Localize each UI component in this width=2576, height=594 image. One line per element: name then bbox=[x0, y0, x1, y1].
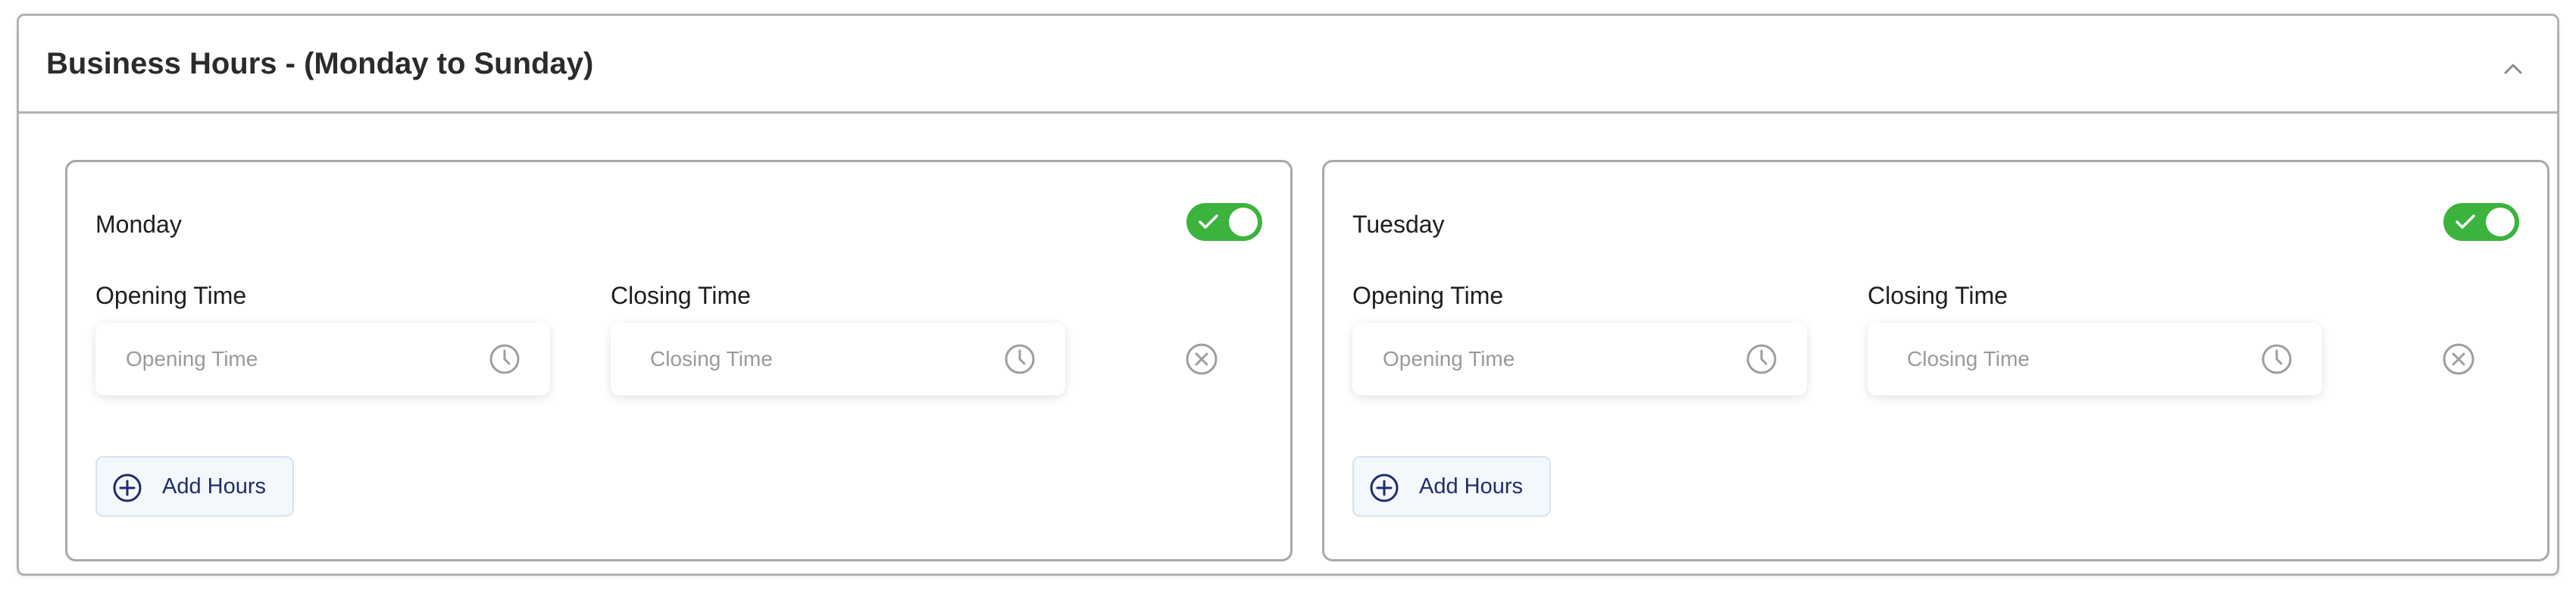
opening-time-input[interactable]: Opening Time bbox=[95, 323, 550, 395]
clock-icon[interactable] bbox=[1003, 342, 1036, 376]
check-icon bbox=[2456, 214, 2475, 229]
toggle-knob bbox=[2486, 208, 2515, 236]
day-enabled-toggle[interactable] bbox=[2443, 203, 2519, 241]
clock-icon[interactable] bbox=[1745, 342, 1778, 376]
opening-time-label: Opening Time bbox=[95, 282, 247, 309]
remove-hours-icon[interactable] bbox=[1184, 342, 1219, 377]
opening-time-input[interactable]: Opening Time bbox=[1352, 323, 1807, 395]
add-hours-button[interactable]: Add Hours bbox=[95, 456, 294, 517]
day-name: Monday bbox=[95, 211, 182, 238]
closing-time-label: Closing Time bbox=[611, 282, 751, 309]
opening-time-placeholder: Opening Time bbox=[1383, 347, 1515, 370]
opening-time-label: Opening Time bbox=[1352, 282, 1504, 309]
closing-time-label: Closing Time bbox=[1868, 282, 2008, 309]
add-hours-label: Add Hours bbox=[162, 474, 267, 499]
plus-circle-icon bbox=[1370, 474, 1399, 502]
day-enabled-toggle[interactable] bbox=[1186, 203, 1262, 241]
closing-time-placeholder: Closing Time bbox=[650, 347, 773, 370]
check-icon bbox=[1199, 214, 1218, 229]
add-hours-label: Add Hours bbox=[1419, 474, 1524, 499]
panel-title: Business Hours - (Monday to Sunday) bbox=[46, 47, 594, 80]
plus-circle-icon bbox=[113, 474, 142, 502]
chevron-up-icon[interactable] bbox=[2498, 54, 2528, 84]
closing-time-input[interactable]: Closing Time bbox=[1868, 323, 2322, 395]
day-name: Tuesday bbox=[1352, 211, 1445, 238]
closing-time-placeholder: Closing Time bbox=[1907, 347, 2030, 370]
clock-icon[interactable] bbox=[488, 342, 521, 376]
toggle-knob bbox=[1229, 208, 1258, 236]
day-card-tuesday: Tuesday Opening Time Closing Time Openin… bbox=[1322, 160, 2549, 561]
opening-time-placeholder: Opening Time bbox=[126, 347, 258, 370]
remove-hours-icon[interactable] bbox=[2441, 342, 2476, 377]
add-hours-button[interactable]: Add Hours bbox=[1352, 456, 1551, 517]
clock-icon[interactable] bbox=[2260, 342, 2293, 376]
business-hours-panel: Business Hours - (Monday to Sunday) Mond… bbox=[17, 14, 2559, 576]
panel-header[interactable]: Business Hours - (Monday to Sunday) bbox=[19, 16, 2557, 114]
day-card-monday: Monday Opening Time Closing Time Opening… bbox=[65, 160, 1293, 561]
closing-time-input[interactable]: Closing Time bbox=[611, 323, 1065, 395]
